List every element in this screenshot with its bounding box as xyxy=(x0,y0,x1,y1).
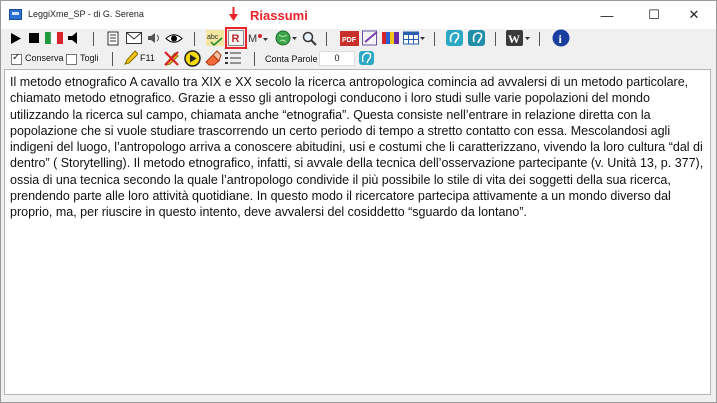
separator xyxy=(326,32,327,46)
word-icon: W xyxy=(506,30,530,46)
separator xyxy=(539,32,540,46)
view-button[interactable] xyxy=(165,29,183,47)
search-button[interactable] xyxy=(301,29,317,47)
translate-button[interactable]: M xyxy=(248,29,268,47)
close-button[interactable]: ✕ xyxy=(672,1,716,29)
minimize-button[interactable]: — xyxy=(585,1,629,29)
separator xyxy=(194,32,195,46)
play-icon xyxy=(11,32,21,44)
word-count-field: 0 xyxy=(319,51,355,66)
annotation-highlight-box xyxy=(225,27,247,49)
separator xyxy=(254,52,255,66)
main-toolbar: abc R M PDF W i xyxy=(1,29,716,49)
play-button[interactable] xyxy=(9,29,23,47)
conserva-label: Conserva xyxy=(25,53,64,63)
edit-button[interactable] xyxy=(361,29,379,47)
separator xyxy=(434,32,435,46)
stop-button[interactable] xyxy=(27,29,41,47)
window-title: LeggiXme_SP - di G. Serena xyxy=(28,9,144,19)
info-button[interactable]: i xyxy=(552,29,570,47)
pdf-button[interactable]: PDF xyxy=(339,29,359,47)
info-icon: i xyxy=(552,29,570,47)
ear-icon xyxy=(445,30,463,46)
language-button[interactable] xyxy=(44,29,64,47)
title-bar: LeggiXme_SP - di G. Serena — ☐ ✕ xyxy=(1,1,716,29)
eye-icon xyxy=(165,33,183,43)
annotation-arrow-icon xyxy=(229,7,238,21)
translate-icon: M xyxy=(248,33,268,45)
no-highlight-button[interactable] xyxy=(162,49,180,67)
cancel-highlighter-icon xyxy=(163,50,179,66)
volume-button[interactable] xyxy=(147,29,161,47)
word-button[interactable]: W xyxy=(506,29,530,47)
volume-icon xyxy=(147,33,159,43)
open-document-button[interactable] xyxy=(106,29,122,47)
color-palette-icon xyxy=(382,32,399,44)
magnifier-icon xyxy=(302,31,317,46)
spellcheck-button[interactable]: abc xyxy=(206,29,224,47)
word-letter: W xyxy=(508,32,520,46)
ear-count-icon xyxy=(358,51,374,65)
colors-button[interactable] xyxy=(382,29,400,47)
stop-icon xyxy=(29,33,39,43)
highlighter-button[interactable] xyxy=(122,49,138,67)
listen-button[interactable] xyxy=(445,29,463,47)
play-circle-icon xyxy=(183,49,201,67)
internet-button[interactable] xyxy=(275,29,297,47)
separator xyxy=(495,32,496,46)
globe-icon xyxy=(275,30,297,46)
pdf-icon: PDF xyxy=(339,30,359,46)
app-window: LeggiXme_SP - di G. Serena — ☐ ✕ Riassum… xyxy=(0,0,717,403)
maximize-button[interactable]: ☐ xyxy=(632,1,676,29)
spellcheck-abc-icon: abc xyxy=(206,30,224,46)
italian-flag-icon xyxy=(45,32,63,44)
translate-letter: M xyxy=(248,33,257,45)
layout-button[interactable] xyxy=(403,29,425,47)
separator xyxy=(112,52,113,66)
ear-alt-icon xyxy=(467,30,485,46)
abc-text: abc xyxy=(207,34,219,41)
count-words-button[interactable] xyxy=(358,49,374,67)
calendar-icon xyxy=(403,31,425,45)
separator xyxy=(93,32,94,46)
eraser-icon xyxy=(204,50,222,66)
togli-label: Togli xyxy=(80,53,99,63)
document-text: Il metodo etnografico A cavallo tra XIX … xyxy=(10,75,704,220)
annotation-label: Riassumi xyxy=(250,8,308,23)
word-count-label: Conta Parole xyxy=(265,54,318,64)
email-button[interactable] xyxy=(125,29,143,47)
f11-label: F11 xyxy=(140,53,155,63)
togli-checkbox[interactable] xyxy=(66,54,77,65)
pdf-text: PDF xyxy=(342,37,357,44)
conserva-checkbox[interactable] xyxy=(11,52,22,65)
edit-document-icon xyxy=(361,30,378,46)
list-icon xyxy=(225,52,241,64)
app-logo-icon xyxy=(9,9,22,20)
voice-button[interactable] xyxy=(67,29,81,47)
document-icon xyxy=(107,31,119,45)
envelope-icon xyxy=(125,31,142,44)
text-editor[interactable]: Il metodo etnografico A cavallo tra XIX … xyxy=(4,69,711,395)
eraser-button[interactable] xyxy=(204,49,222,67)
read-button[interactable] xyxy=(183,49,201,67)
speaker-icon xyxy=(68,32,77,44)
highlighter-icon xyxy=(123,50,138,65)
list-button[interactable] xyxy=(224,49,242,67)
listen-alt-button[interactable] xyxy=(467,29,485,47)
